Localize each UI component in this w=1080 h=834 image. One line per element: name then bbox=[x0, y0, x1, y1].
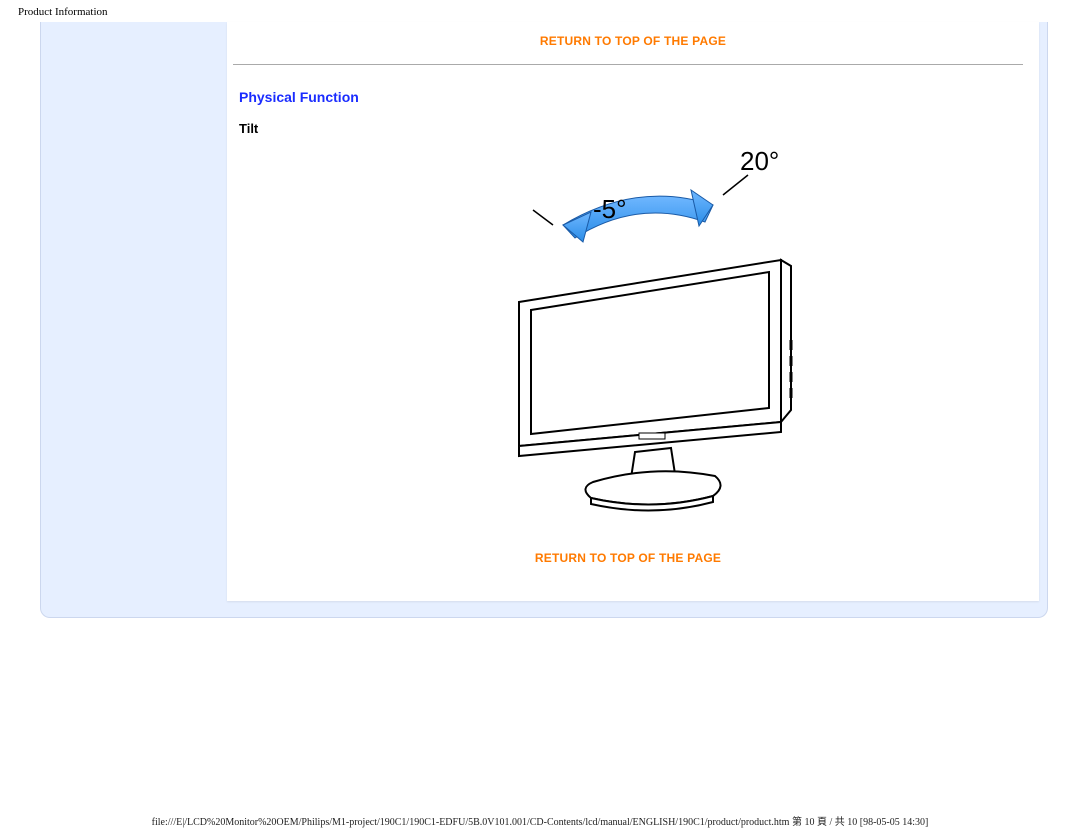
page-header: Product Information bbox=[0, 0, 1080, 18]
monitor-tilt-illustration: 20° -5° bbox=[413, 140, 843, 520]
content-frame: RETURN TO TOP OF THE PAGE Physical Funct… bbox=[40, 22, 1048, 618]
page-footer-path: file:///E|/LCD%20Monitor%20OEM/Philips/M… bbox=[0, 813, 1080, 828]
tilt-angle-back-label: 20° bbox=[740, 146, 779, 176]
section-title: Physical Function bbox=[233, 73, 1023, 107]
tilt-angle-forward-label: -5° bbox=[593, 194, 627, 224]
content-body: Physical Function Tilt bbox=[227, 64, 1039, 575]
monitor-group bbox=[519, 260, 791, 456]
monitor-stand bbox=[585, 448, 720, 511]
top-return-wrap: RETURN TO TOP OF THE PAGE bbox=[227, 22, 1039, 56]
return-to-top-link-bottom[interactable]: RETURN TO TOP OF THE PAGE bbox=[535, 551, 721, 565]
angle-line-20 bbox=[723, 175, 748, 195]
content-sheet: RETURN TO TOP OF THE PAGE Physical Funct… bbox=[227, 22, 1039, 601]
tilt-arrow-left-head bbox=[563, 212, 591, 242]
illustration-wrap: 20° -5° bbox=[233, 136, 1023, 525]
divider bbox=[233, 64, 1023, 65]
return-to-top-link[interactable]: RETURN TO TOP OF THE PAGE bbox=[540, 34, 726, 48]
section-subheading: Tilt bbox=[233, 107, 1023, 136]
bottom-return-wrap: RETURN TO TOP OF THE PAGE bbox=[233, 525, 1023, 575]
angle-line-5 bbox=[533, 210, 553, 225]
